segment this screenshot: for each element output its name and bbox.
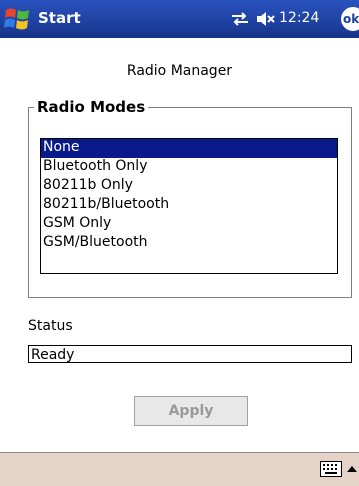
list-item-80211b-only[interactable]: 80211b Only (41, 177, 337, 196)
list-item-none[interactable]: None (41, 139, 337, 158)
page-title: Radio Manager (126, 63, 233, 79)
ok-button[interactable]: ok (341, 7, 359, 31)
status-field: Ready (28, 345, 352, 363)
radio-modes-list[interactable]: None Bluetooth Only 80211b Only 80211b/B… (40, 138, 338, 274)
apply-button[interactable]: Apply (134, 396, 248, 426)
radio-modes-group-label: Radio Modes (34, 98, 149, 116)
menu-bar (0, 452, 359, 486)
title-bar: Start 12:24 ok (0, 0, 359, 38)
keyboard-icon[interactable] (320, 461, 342, 477)
list-item-gsm-only[interactable]: GSM Only (41, 215, 337, 234)
arrow-up-icon[interactable] (347, 466, 357, 472)
clock[interactable]: 12:24 (279, 10, 319, 26)
list-item-gsm-bluetooth[interactable]: GSM/Bluetooth (41, 234, 337, 253)
windows-flag-icon[interactable] (3, 4, 33, 34)
start-menu-label[interactable]: Start (38, 9, 81, 27)
status-label: Status (28, 318, 73, 334)
speaker-muted-icon[interactable] (256, 11, 276, 27)
list-item-80211b-bluetooth[interactable]: 80211b/Bluetooth (41, 196, 337, 215)
list-item-bluetooth-only[interactable]: Bluetooth Only (41, 158, 337, 177)
connectivity-icon[interactable] (230, 11, 250, 27)
